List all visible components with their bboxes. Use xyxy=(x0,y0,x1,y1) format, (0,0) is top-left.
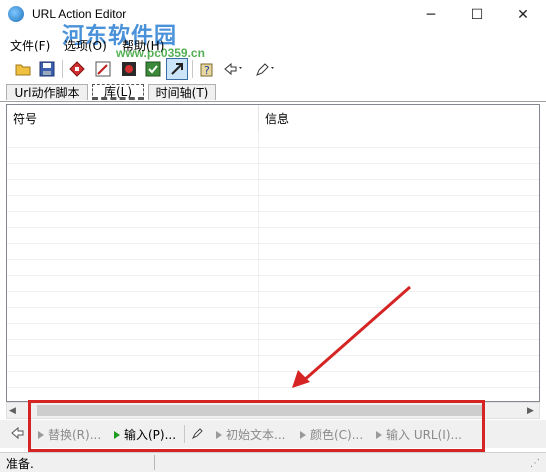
initial-text-button[interactable]: 初始文本... xyxy=(216,426,285,443)
pointer-icon[interactable] xyxy=(220,58,246,80)
action-separator xyxy=(184,425,185,443)
row-line xyxy=(7,307,539,308)
status-text: 准备. xyxy=(6,457,34,471)
row-line xyxy=(7,387,539,388)
input-url-button[interactable]: 输入 URL(I)... xyxy=(376,426,462,443)
annotation-arrow-icon xyxy=(286,282,416,392)
status-bar: 准备. ⋰ xyxy=(0,452,546,472)
arrow-icon[interactable] xyxy=(166,58,188,80)
resize-grip-icon[interactable]: ⋰ xyxy=(530,458,540,469)
pen-icon[interactable] xyxy=(191,426,205,443)
row-line xyxy=(7,179,539,180)
play-icon xyxy=(216,430,222,439)
app-icon xyxy=(8,6,24,22)
tab-timeline[interactable]: 时间轴(T) xyxy=(148,84,216,100)
horizontal-scrollbar[interactable]: ◀ ▶ xyxy=(6,402,540,419)
maximize-button[interactable]: ☐ xyxy=(454,0,500,30)
menu-options[interactable]: 选项(O) xyxy=(64,37,107,54)
play-icon xyxy=(38,430,44,439)
minimize-button[interactable]: ─ xyxy=(408,0,454,30)
check-icon[interactable] xyxy=(142,58,164,80)
row-line xyxy=(7,259,539,260)
initial-text-label: 初始文本... xyxy=(226,428,286,442)
scroll-thumb[interactable] xyxy=(37,405,483,416)
row-line xyxy=(7,339,539,340)
stop-icon[interactable] xyxy=(66,58,88,80)
scroll-left-icon[interactable]: ◀ xyxy=(9,406,16,416)
play-icon xyxy=(114,430,120,439)
close-button[interactable]: ✕ xyxy=(500,0,546,30)
column-header-info[interactable]: 信息 xyxy=(259,105,539,131)
toolbar-separator xyxy=(192,60,193,78)
menu-help[interactable]: 帮助(H) xyxy=(122,37,164,54)
column-header-symbol[interactable]: 符号 xyxy=(7,105,259,131)
record-icon[interactable] xyxy=(118,58,140,80)
replace-button[interactable]: 替换(R)... xyxy=(38,426,101,443)
open-folder-icon[interactable] xyxy=(12,58,34,80)
menu-file[interactable]: 文件(F) xyxy=(10,37,50,54)
play-icon xyxy=(300,430,306,439)
tab-library[interactable]: 库(L) xyxy=(92,84,144,100)
save-icon[interactable] xyxy=(36,58,58,80)
row-line xyxy=(7,371,539,372)
play-icon xyxy=(376,430,382,439)
pointer-icon[interactable] xyxy=(10,425,26,444)
row-line xyxy=(7,275,539,276)
input-button[interactable]: 输入(P)... xyxy=(114,426,176,443)
row-line xyxy=(7,227,539,228)
input-label: 输入(P)... xyxy=(124,428,177,442)
row-line xyxy=(7,147,539,148)
row-line xyxy=(7,195,539,196)
edit-icon[interactable] xyxy=(92,58,114,80)
row-line xyxy=(7,163,539,164)
replace-label: 替换(R)... xyxy=(48,428,102,442)
row-line xyxy=(7,323,539,324)
help-icon[interactable]: ? xyxy=(196,58,218,80)
row-line xyxy=(7,291,539,292)
row-line xyxy=(7,211,539,212)
toolbar-separator xyxy=(62,60,63,78)
scroll-right-icon[interactable]: ▶ xyxy=(527,406,534,416)
row-line xyxy=(7,355,539,356)
color-label: 颜色(C)... xyxy=(310,428,364,442)
column-divider xyxy=(258,131,259,401)
color-button[interactable]: 颜色(C)... xyxy=(300,426,363,443)
tab-url-script[interactable]: Url动作脚本 xyxy=(6,84,88,100)
row-line xyxy=(7,243,539,244)
input-url-label: 输入 URL(I)... xyxy=(386,428,462,442)
symbol-list[interactable]: 符号 信息 xyxy=(6,104,540,402)
pen-icon[interactable] xyxy=(252,58,278,80)
svg-text:?: ? xyxy=(204,64,210,77)
status-divider xyxy=(154,455,155,470)
